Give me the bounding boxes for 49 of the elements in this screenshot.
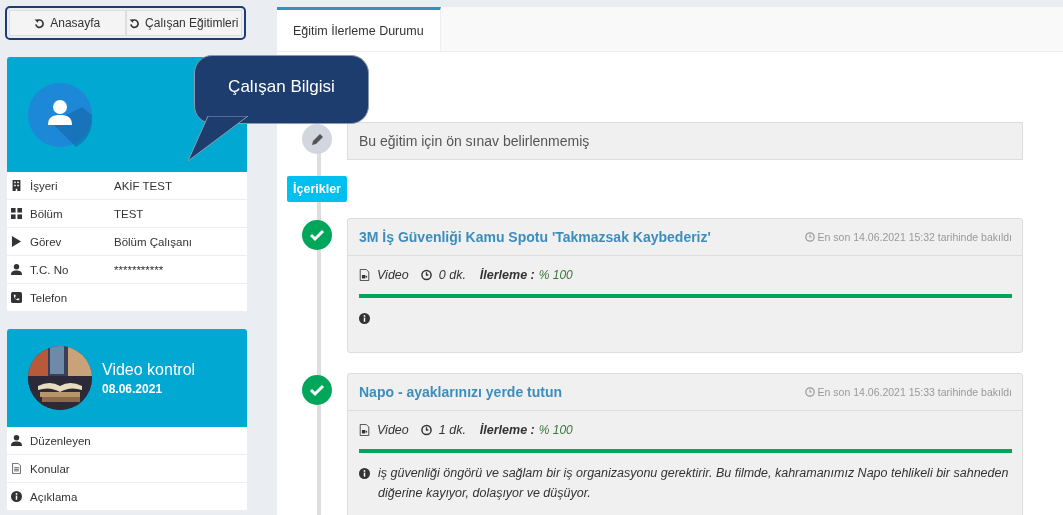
field-label: Görev <box>30 235 63 248</box>
last-viewed-text: En son 14.06.2021 15:32 tarihinde bakıldı <box>817 231 1012 243</box>
user-icon <box>11 264 22 275</box>
duration-text: 0 dk. <box>438 268 466 282</box>
clock-icon <box>420 424 432 436</box>
info-icon <box>11 491 22 502</box>
video-file-icon <box>359 424 370 436</box>
field-value: AKİF TEST <box>114 179 172 192</box>
last-viewed-text: En son 14.06.2021 15:33 tarihinde bakıldı <box>817 386 1012 398</box>
progress-label: İlerleme : <box>479 423 535 437</box>
refresh-icon <box>34 17 46 29</box>
play-icon <box>11 236 22 247</box>
refresh-icon <box>129 17 141 29</box>
info-icon <box>359 313 370 324</box>
nav-button[interactable]: Çalışan Eğitimleri <box>125 10 242 36</box>
video-file-icon <box>359 269 370 281</box>
clock-icon <box>804 232 815 242</box>
phone-icon <box>11 292 22 303</box>
building-icon <box>11 180 22 191</box>
field-value: TEST <box>114 207 144 220</box>
training-date: 08.06.2021 <box>102 381 164 396</box>
info-message: Bu eğitim için ön sınav belirlenmemiş <box>347 122 1023 160</box>
info-icon <box>359 468 370 479</box>
field-label: Telefon <box>30 291 69 304</box>
progress-value: % 100 <box>538 268 573 282</box>
avatar-icon <box>28 82 92 147</box>
field-value: *********** <box>114 263 164 276</box>
field-label: T.C. No <box>30 263 70 276</box>
field-label: Düzenleyen <box>30 434 92 447</box>
field-value: Bölüm Çalışanı <box>114 235 192 248</box>
user-icon <box>11 435 22 446</box>
content-type: Video <box>377 423 409 437</box>
clock-icon <box>420 269 432 281</box>
clock-icon <box>804 387 815 397</box>
grid-icon <box>11 208 22 219</box>
duration-text: 1 dk. <box>438 423 466 437</box>
section-label: İçerikler <box>287 176 347 202</box>
field-label: Bölüm <box>30 207 64 220</box>
field-label: Açıklama <box>30 490 79 503</box>
content-type: Video <box>377 268 409 282</box>
field-label: İşyeri <box>30 179 59 192</box>
content-description: iş güvenliği öngörü ve sağlam bir iş organizasyonu gerektirir. Bu filmde, kahramanımız Napo tehlikeli bir sahneden diğerine kayıyor, dolaşıyor ve düşüyor. <box>378 465 1010 502</box>
training-title: Video kontrol <box>102 360 196 379</box>
progress-value: % 100 <box>538 423 573 437</box>
tab[interactable]: Eğitim İlerleme Durumu <box>277 7 441 51</box>
document-icon <box>11 463 22 474</box>
progress-label: İlerleme : <box>479 268 535 282</box>
field-label: Konular <box>30 462 71 475</box>
nav-button[interactable]: Anasayfa <box>9 10 126 36</box>
